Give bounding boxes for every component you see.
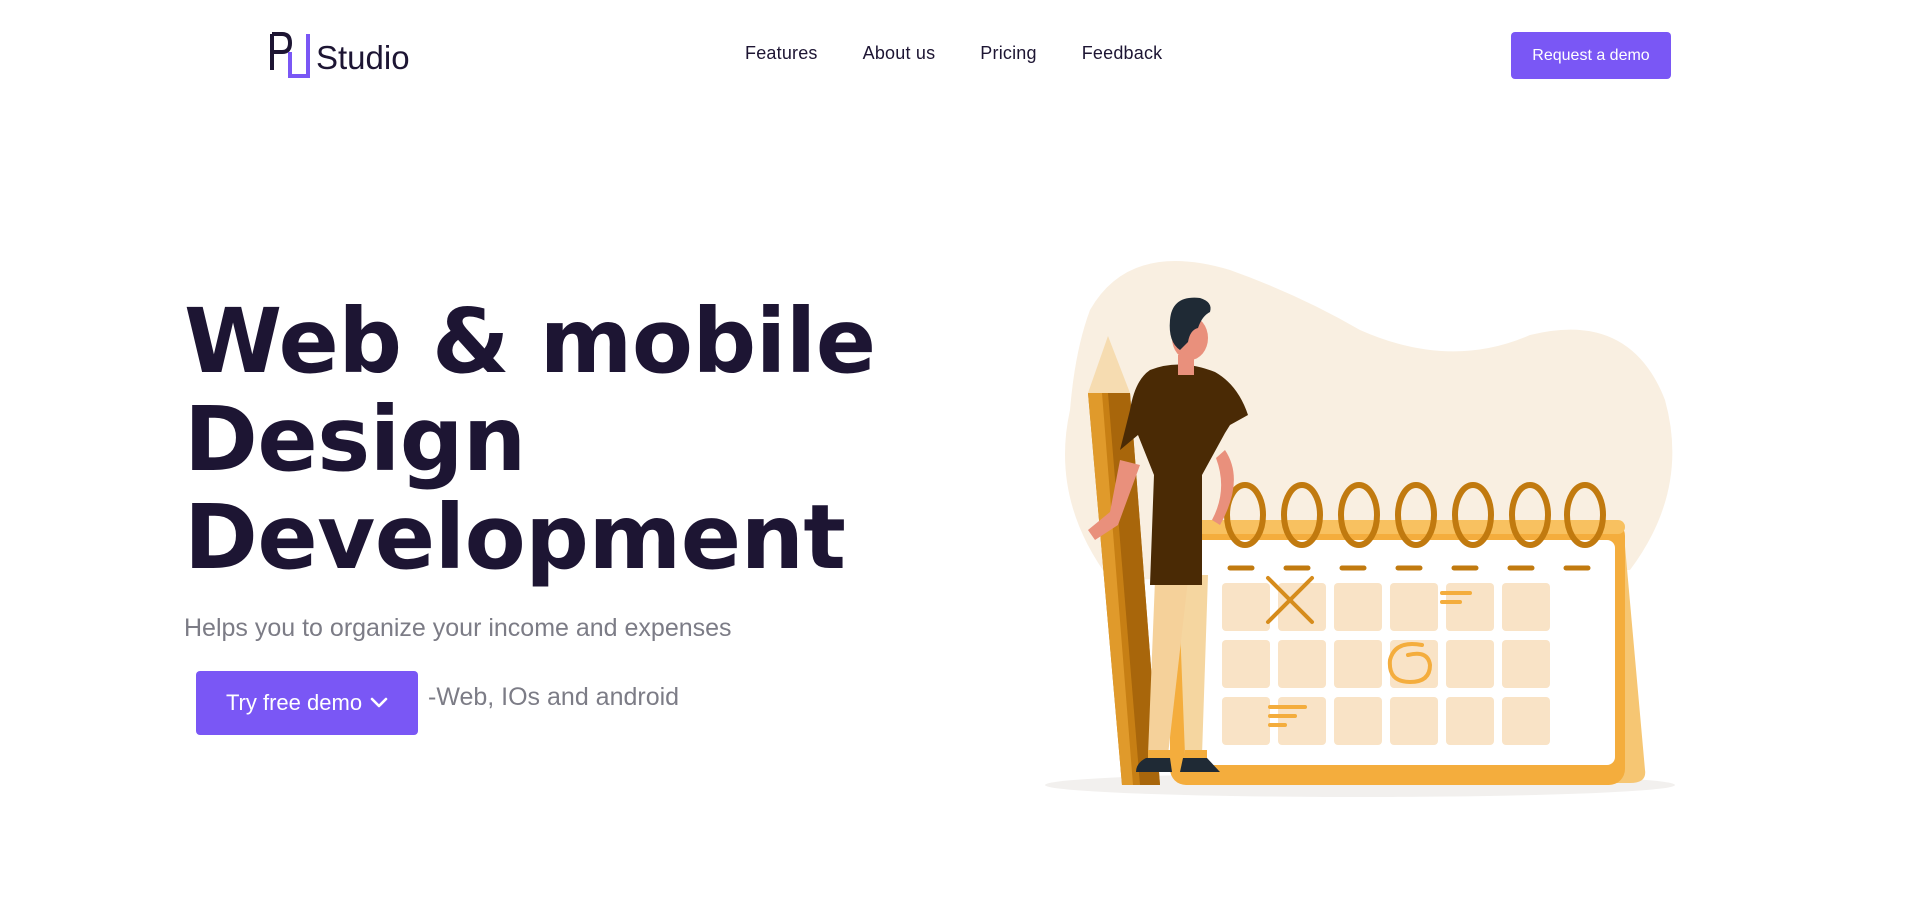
chevron-down-icon	[370, 697, 388, 708]
request-demo-button[interactable]: Request a demo	[1511, 32, 1671, 79]
logo[interactable]: Studio	[268, 30, 410, 82]
logo-mark-icon	[270, 32, 310, 78]
hero-title: Web & mobile Design Development	[184, 292, 876, 586]
man-with-pencil-and-calendar-illustration	[1045, 261, 1675, 797]
platforms-text: -Web, IOs and android	[428, 683, 680, 711]
nav-about-us[interactable]: About us	[863, 43, 936, 64]
logo-text: Studio	[316, 39, 410, 76]
hero-title-line-1: Web & mobile	[184, 289, 876, 393]
hero-title-line-2: Design	[184, 387, 526, 491]
nav-features[interactable]: Features	[745, 43, 818, 64]
try-free-demo-label: Try free demo	[225, 690, 363, 715]
nav-feedback[interactable]: Feedback	[1082, 43, 1163, 64]
hero-title-line-3: Development	[184, 485, 846, 589]
try-free-demo-button[interactable]: Try free demo	[196, 671, 418, 735]
nav-pricing[interactable]: Pricing	[980, 43, 1036, 64]
main-nav: Features About us Pricing Feedback	[745, 43, 1207, 64]
hero-subtitle: Helps you to organize your income and ex…	[184, 614, 732, 642]
